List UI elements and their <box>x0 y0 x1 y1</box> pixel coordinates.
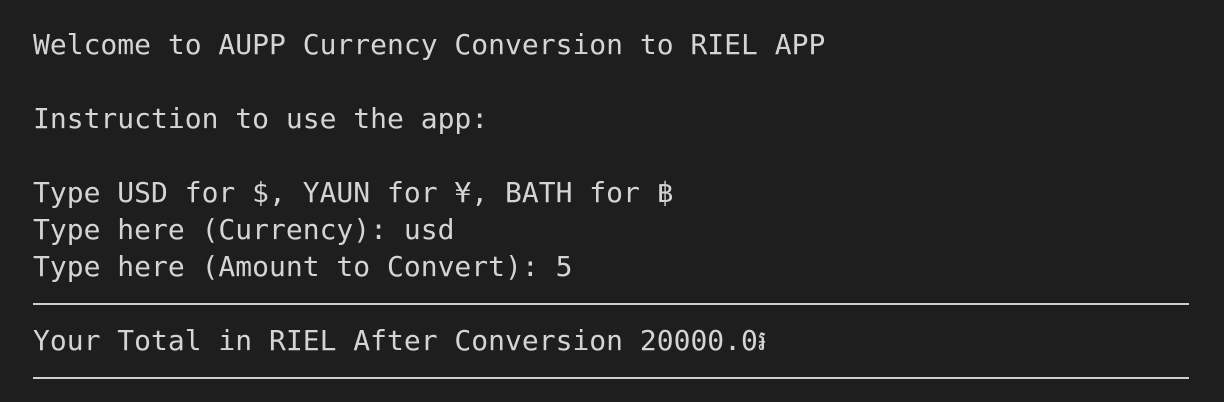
separator-top <box>33 285 1224 322</box>
result-line: Your Total in RIEL After Conversion 2000… <box>33 324 767 357</box>
separator-bottom <box>33 359 1224 396</box>
separator-rule <box>33 377 1189 379</box>
separator-rule <box>33 303 1189 305</box>
amount-prompt-line: Type here (Amount to Convert): 5 <box>33 250 573 283</box>
terminal-output[interactable]: Welcome to AUPP Currency Conversion to R… <box>0 0 1224 402</box>
currency-prompt-line: Type here (Currency): usd <box>33 213 455 246</box>
currency-hint-line: Type USD for $, YAUN for ¥, BATH for ฿ <box>33 176 674 209</box>
welcome-line: Welcome to AUPP Currency Conversion to R… <box>33 28 826 61</box>
instruction-heading: Instruction to use the app: <box>33 102 489 135</box>
